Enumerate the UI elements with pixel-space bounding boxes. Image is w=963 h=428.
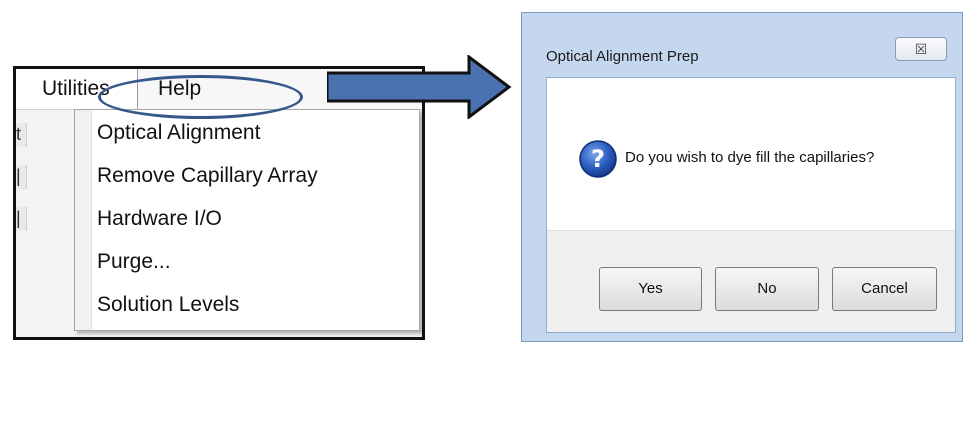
dialog-button-bar: Yes No Cancel — [547, 230, 955, 332]
callout-arrow — [327, 55, 512, 119]
menu-item-solution-levels[interactable]: Solution Levels — [97, 288, 239, 322]
menu-item-purge[interactable]: Purge... — [97, 245, 171, 279]
question-glyph: ? — [591, 145, 605, 173]
dialog-body: ? Do you wish to dye fill the capillarie… — [546, 77, 956, 333]
background-window-fragment: t — [16, 123, 27, 147]
background-window-fragment: | — [16, 207, 27, 231]
menu-item-remove-capillary-array[interactable]: Remove Capillary Array — [97, 159, 318, 193]
utilities-dropdown: Optical Alignment Remove Capillary Array… — [74, 109, 420, 331]
dialog-content: ? Do you wish to dye fill the capillarie… — [547, 78, 955, 230]
menu-item-optical-alignment[interactable]: Optical Alignment — [97, 116, 260, 150]
highlight-ellipse — [98, 75, 303, 119]
dialog-screenshot: Optical Alignment Prep ☒ ? Do you wish t… — [521, 12, 963, 342]
menu-item-hardware-io[interactable]: Hardware I/O — [97, 202, 222, 236]
no-button[interactable]: No — [715, 267, 819, 311]
instruction-figure: Utilities Help t | | Optical Alignment R… — [0, 0, 963, 428]
dialog-title: Optical Alignment Prep — [546, 48, 699, 65]
background-window-fragment: | — [16, 165, 27, 189]
dialog-message: Do you wish to dye fill the capillaries? — [625, 149, 875, 166]
question-icon: ? — [579, 140, 617, 178]
close-icon[interactable]: ☒ — [895, 37, 947, 61]
yes-button[interactable]: Yes — [599, 267, 702, 311]
cancel-button[interactable]: Cancel — [832, 267, 937, 311]
